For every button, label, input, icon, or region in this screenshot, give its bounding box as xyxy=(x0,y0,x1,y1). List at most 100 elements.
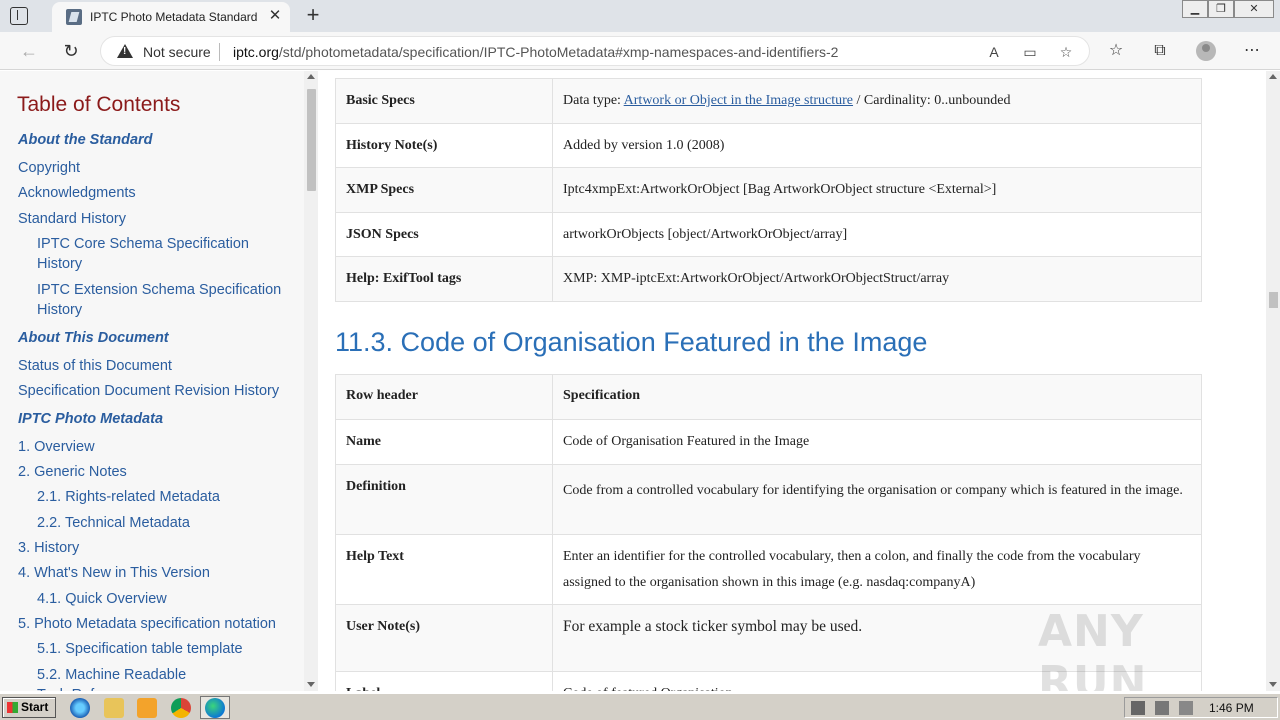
more-menu-icon[interactable]: ⋯ xyxy=(1241,40,1263,62)
toc-link[interactable]: Status of this Document xyxy=(18,356,172,376)
new-tab-button[interactable]: + xyxy=(303,4,323,26)
row-header: User Note(s) xyxy=(335,604,553,672)
add-favorite-icon[interactable]: ☆ xyxy=(1057,43,1075,61)
toc-scrollbar[interactable] xyxy=(304,71,318,691)
immersive-reader-icon[interactable]: ▭ xyxy=(1021,43,1039,61)
scroll-down-icon[interactable] xyxy=(307,682,315,687)
scroll-up-icon[interactable] xyxy=(1269,74,1277,79)
folder-icon[interactable] xyxy=(104,698,124,718)
back-arrow-icon[interactable]: ← xyxy=(18,40,40,62)
row-value: Code from a controlled vocabulary for id… xyxy=(552,464,1202,535)
url-text[interactable]: iptc.org/std/photometadata/specification… xyxy=(233,44,838,60)
ie-icon[interactable] xyxy=(70,698,90,718)
cardinality-text: / Cardinality: 0..unbounded xyxy=(853,93,1011,108)
tab-actions-icon[interactable] xyxy=(10,7,28,25)
url-path: /std/photometadata/specification/IPTC-Ph… xyxy=(278,44,839,60)
table-row: JSON Specs artworkOrObjects [object/Artw… xyxy=(335,212,1202,257)
anyrun-watermark: ANY RUN xyxy=(1038,606,1148,691)
row-value: Enter an identifier for the controlled v… xyxy=(552,534,1202,605)
toc-link[interactable]: Copyright xyxy=(18,158,80,178)
row-header: Label xyxy=(335,671,553,691)
start-button[interactable]: Start xyxy=(2,697,56,718)
address-bar-row: ← ↻ Not secure iptc.org/std/photometadat… xyxy=(0,32,1280,70)
toc-link[interactable]: 4.1. Quick Overview xyxy=(37,589,167,609)
collections-icon[interactable]: ⧉ xyxy=(1149,40,1171,62)
toc-link[interactable]: History xyxy=(37,254,82,274)
toc-link[interactable]: Acknowledgments xyxy=(18,183,136,203)
page-scrollbar[interactable] xyxy=(1266,71,1280,691)
toc-scroll-thumb[interactable] xyxy=(307,89,316,191)
toc-link[interactable]: IPTC Extension Schema Specification xyxy=(37,280,281,300)
row-value: Code of Organisation Featured in the Ima… xyxy=(552,419,1202,465)
divider xyxy=(219,43,220,61)
row-value: Data type: Artwork or Object in the Imag… xyxy=(552,78,1202,124)
row-header: Row header xyxy=(335,374,553,420)
chrome-icon[interactable] xyxy=(171,698,191,718)
toc-link[interactable]: 2.2. Technical Metadata xyxy=(37,513,190,533)
taskbar: Start 1:46 PM xyxy=(0,693,1280,720)
edge-taskbar-button[interactable] xyxy=(200,696,230,719)
section-heading: 11.3. Code of Organisation Featured in t… xyxy=(335,327,928,357)
toc-link[interactable]: Standard History xyxy=(18,209,126,229)
system-tray: 1:46 PM xyxy=(1124,697,1278,718)
page-scroll-thumb[interactable] xyxy=(1269,292,1278,308)
tab-title: IPTC Photo Metadata Standard xyxy=(90,10,258,24)
restore-button[interactable]: ❐ xyxy=(1208,0,1234,18)
not-secure-label[interactable]: Not secure xyxy=(143,44,211,60)
favorites-icon[interactable]: ☆ xyxy=(1105,40,1127,62)
column-header: Specification xyxy=(552,374,1202,420)
table-header-row: Row header Specification xyxy=(335,374,1202,420)
close-window-button[interactable]: ✕ xyxy=(1234,0,1274,18)
warning-icon[interactable] xyxy=(117,44,133,58)
toc-link[interactable]: Tech Reference xyxy=(37,685,139,691)
row-header: Help: ExifTool tags xyxy=(335,256,553,302)
toc-section-link[interactable]: IPTC Photo Metadata xyxy=(18,409,163,429)
refresh-icon[interactable]: ↻ xyxy=(60,40,82,62)
tab-bar: IPTC Photo Metadata Standard ✕ + ▁ ❐ ✕ xyxy=(0,0,1280,32)
table-row: Help Text Enter an identifier for the co… xyxy=(335,534,1202,605)
main-content: Basic Specs Data type: Artwork or Object… xyxy=(318,71,1266,691)
media-player-icon[interactable] xyxy=(137,698,157,718)
table-of-contents: Table of Contents About the Standard Copy… xyxy=(0,71,304,691)
toc-link[interactable]: History xyxy=(37,300,82,320)
toc-link[interactable]: Specification Document Revision History xyxy=(18,381,279,401)
toc-link[interactable]: 1. Overview xyxy=(18,437,95,457)
spec-table-artwork: Basic Specs Data type: Artwork or Object… xyxy=(335,78,1202,302)
minimize-button[interactable]: ▁ xyxy=(1182,0,1208,18)
network-icon[interactable] xyxy=(1155,701,1169,715)
row-header: JSON Specs xyxy=(335,212,553,257)
row-header: Help Text xyxy=(335,534,553,605)
row-header: Name xyxy=(335,419,553,465)
toc-link[interactable]: 5.1. Specification table template xyxy=(37,639,243,659)
url-domain: iptc.org xyxy=(233,44,279,60)
browser-tab[interactable]: IPTC Photo Metadata Standard ✕ xyxy=(52,2,290,32)
flag-icon[interactable] xyxy=(1179,701,1193,715)
toc-section-link[interactable]: About This Document xyxy=(18,328,169,348)
clock[interactable]: 1:46 PM xyxy=(1209,701,1254,715)
close-tab-icon[interactable]: ✕ xyxy=(266,7,284,25)
toc-title: Table of Contents xyxy=(17,93,181,116)
table-row: History Note(s) Added by version 1.0 (20… xyxy=(335,123,1202,168)
read-aloud-icon[interactable]: A xyxy=(985,43,1003,61)
volume-icon[interactable] xyxy=(1131,701,1145,715)
table-row: Basic Specs Data type: Artwork or Object… xyxy=(335,78,1202,124)
toc-link[interactable]: IPTC Core Schema Specification xyxy=(37,234,249,254)
row-header: XMP Specs xyxy=(335,167,553,213)
row-header: History Note(s) xyxy=(335,123,553,168)
table-row: Definition Code from a controlled vocabu… xyxy=(335,464,1202,535)
toc-link[interactable]: 5. Photo Metadata specification notation xyxy=(18,614,276,634)
profile-avatar[interactable] xyxy=(1196,41,1216,61)
edge-icon xyxy=(205,698,225,718)
data-type-prefix: Data type: xyxy=(563,93,624,108)
toc-link[interactable]: 2.1. Rights-related Metadata xyxy=(37,487,220,507)
artwork-structure-link[interactable]: Artwork or Object in the Image structure xyxy=(624,93,853,108)
scroll-down-icon[interactable] xyxy=(1269,682,1277,687)
toc-section-link[interactable]: About the Standard xyxy=(18,130,153,150)
scroll-up-icon[interactable] xyxy=(307,74,315,79)
url-field[interactable]: Not secure iptc.org/std/photometadata/sp… xyxy=(100,36,1090,66)
toc-link[interactable]: 4. What's New in This Version xyxy=(18,563,210,583)
toc-link[interactable]: 5.2. Machine Readable xyxy=(37,665,186,685)
toc-link[interactable]: 2. Generic Notes xyxy=(18,462,127,482)
toc-link[interactable]: 3. History xyxy=(18,538,79,558)
row-value: Iptc4xmpExt:ArtworkOrObject [Bag Artwork… xyxy=(552,167,1202,213)
